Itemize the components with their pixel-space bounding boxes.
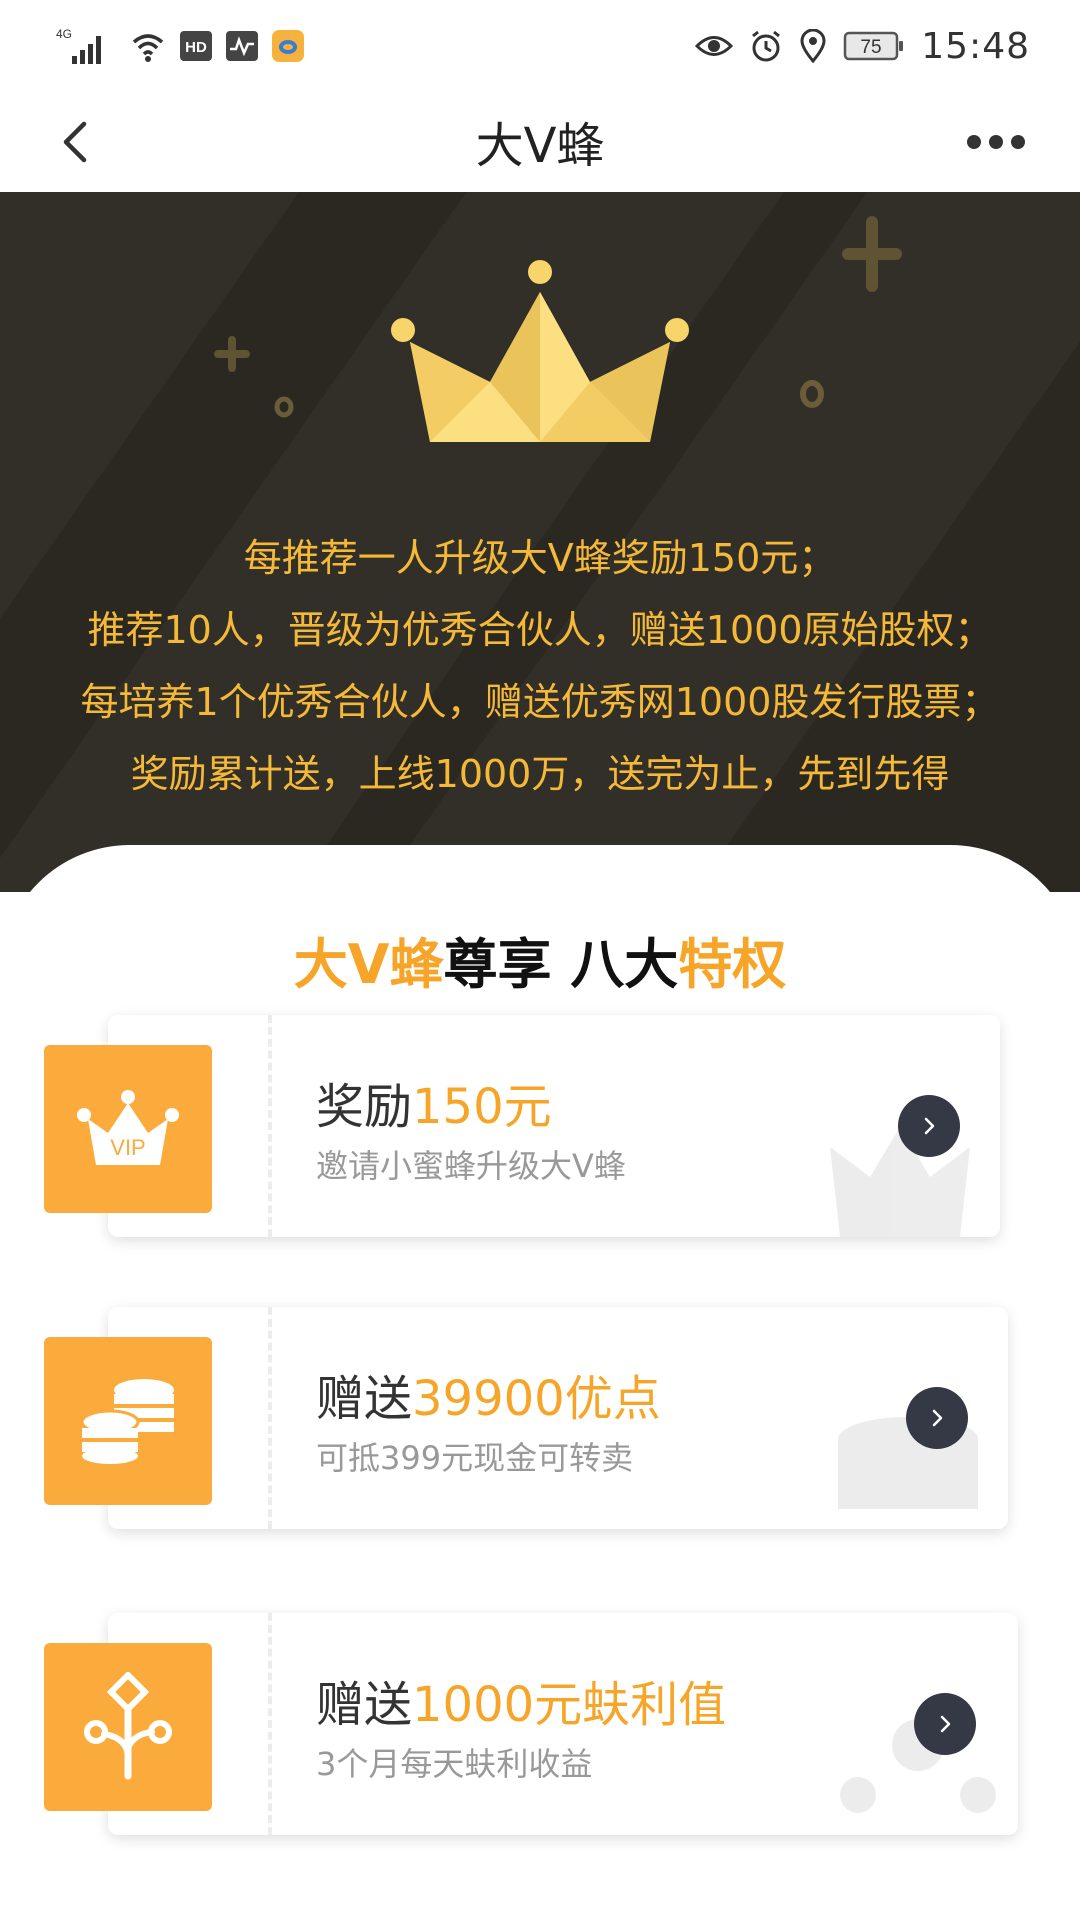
card-title: 奖励150元	[316, 1067, 552, 1137]
hero-banner: 每推荐一人升级大V蜂奖励150元； 推荐10人，晋级为优秀合伙人，赠送1000原…	[0, 192, 1080, 892]
svg-text:HD: HD	[185, 39, 207, 56]
card-divider	[268, 1015, 272, 1237]
battery-icon: 75	[843, 30, 905, 62]
coins-icon	[80, 1379, 174, 1464]
more-dots-icon	[989, 135, 1003, 149]
card-title-highlight: 150元	[412, 1079, 552, 1135]
sparkle-icon	[842, 216, 902, 292]
card-arrow-button[interactable]	[914, 1693, 976, 1755]
more-button[interactable]	[946, 120, 1046, 164]
nav-bar: 大V蜂	[0, 92, 1080, 192]
hero-text: 每推荐一人升级大V蜂奖励150元； 推荐10人，晋级为优秀合伙人，赠送1000原…	[0, 522, 1080, 810]
activity-icon	[226, 31, 258, 61]
signal-icon: 4G	[56, 26, 116, 66]
card-subtitle: 可抵399元现金可转卖	[316, 1439, 634, 1477]
status-time: 15:48	[921, 25, 1030, 67]
chevron-right-icon	[940, 1715, 951, 1733]
svg-text:75: 75	[861, 37, 882, 58]
hero-line: 每培养1个优秀合伙人，赠送优秀网1000股发行股票；	[80, 680, 1000, 724]
ring-icon	[274, 396, 294, 418]
crown-icon	[391, 260, 689, 442]
page-title: 大V蜂	[475, 118, 605, 174]
status-left: 4G HD	[56, 24, 304, 68]
ring-icon	[800, 380, 824, 408]
hero-line: 每推荐一人升级大V蜂奖励150元；	[243, 536, 837, 580]
vip-crown-tile: VIP	[44, 1045, 212, 1213]
tree-branch-icon	[84, 1672, 172, 1780]
card-divider	[268, 1307, 272, 1529]
section-title-end: 特权	[678, 933, 787, 996]
tree-tile	[44, 1643, 212, 1811]
status-right: 75 15:48	[695, 22, 1030, 70]
card-title-highlight: 39900优点	[412, 1371, 661, 1427]
section-title-brand: 大V蜂	[293, 933, 444, 996]
card-title-prefix: 赠送	[316, 1677, 413, 1733]
section-title-middle: 尊享 八大	[443, 933, 679, 996]
card-title-prefix: 奖励	[316, 1079, 413, 1135]
card-arrow-button[interactable]	[906, 1387, 968, 1449]
svg-text:VIP: VIP	[110, 1135, 145, 1160]
eye-icon	[695, 31, 734, 61]
card-title-highlight: 1000元蚨利值	[412, 1677, 727, 1733]
privilege-card-reward[interactable]: 奖励150元 邀请小蜜蜂升级大V蜂	[108, 1015, 1000, 1237]
location-icon	[799, 29, 827, 63]
coins-tile	[44, 1337, 212, 1505]
chevron-right-icon	[924, 1117, 935, 1135]
svg-text:4G: 4G	[56, 27, 72, 41]
hd-icon: HD	[180, 31, 212, 61]
privilege-card-points[interactable]: 赠送39900优点 可抵399元现金可转卖	[108, 1307, 1008, 1529]
privileges-section: 大V蜂尊享 八大特权 奖励150元 邀请小蜜蜂升级大V蜂 VIP 赠送39900…	[0, 845, 1080, 1920]
card-subtitle: 邀请小蜜蜂升级大V蜂	[316, 1147, 626, 1185]
card-arrow-button[interactable]	[898, 1095, 960, 1157]
alarm-icon	[749, 29, 783, 63]
more-dots-icon	[967, 135, 981, 149]
more-dots-icon	[1011, 135, 1025, 149]
hero-line: 奖励累计送，上线1000万，送完为止，先到先得	[130, 752, 950, 796]
card-title: 赠送39900优点	[316, 1359, 661, 1429]
privilege-card-value[interactable]: 赠送1000元蚨利值 3个月每天蚨利收益	[108, 1613, 1018, 1835]
status-bar: 4G HD 75 15:48	[0, 0, 1080, 92]
card-subtitle: 3个月每天蚨利收益	[316, 1745, 593, 1783]
card-title: 赠送1000元蚨利值	[316, 1665, 726, 1735]
sparkle-icon	[214, 336, 250, 372]
card-divider	[268, 1613, 272, 1835]
wifi-icon	[130, 28, 166, 64]
card-title-prefix: 赠送	[316, 1371, 413, 1427]
hero-line: 推荐10人，晋级为优秀合伙人，赠送1000原始股权；	[87, 608, 993, 652]
app-notification-icon	[272, 30, 304, 62]
vip-crown-icon: VIP	[77, 1090, 179, 1165]
chevron-right-icon	[932, 1409, 943, 1427]
section-title: 大V蜂尊享 八大特权	[0, 920, 1080, 999]
